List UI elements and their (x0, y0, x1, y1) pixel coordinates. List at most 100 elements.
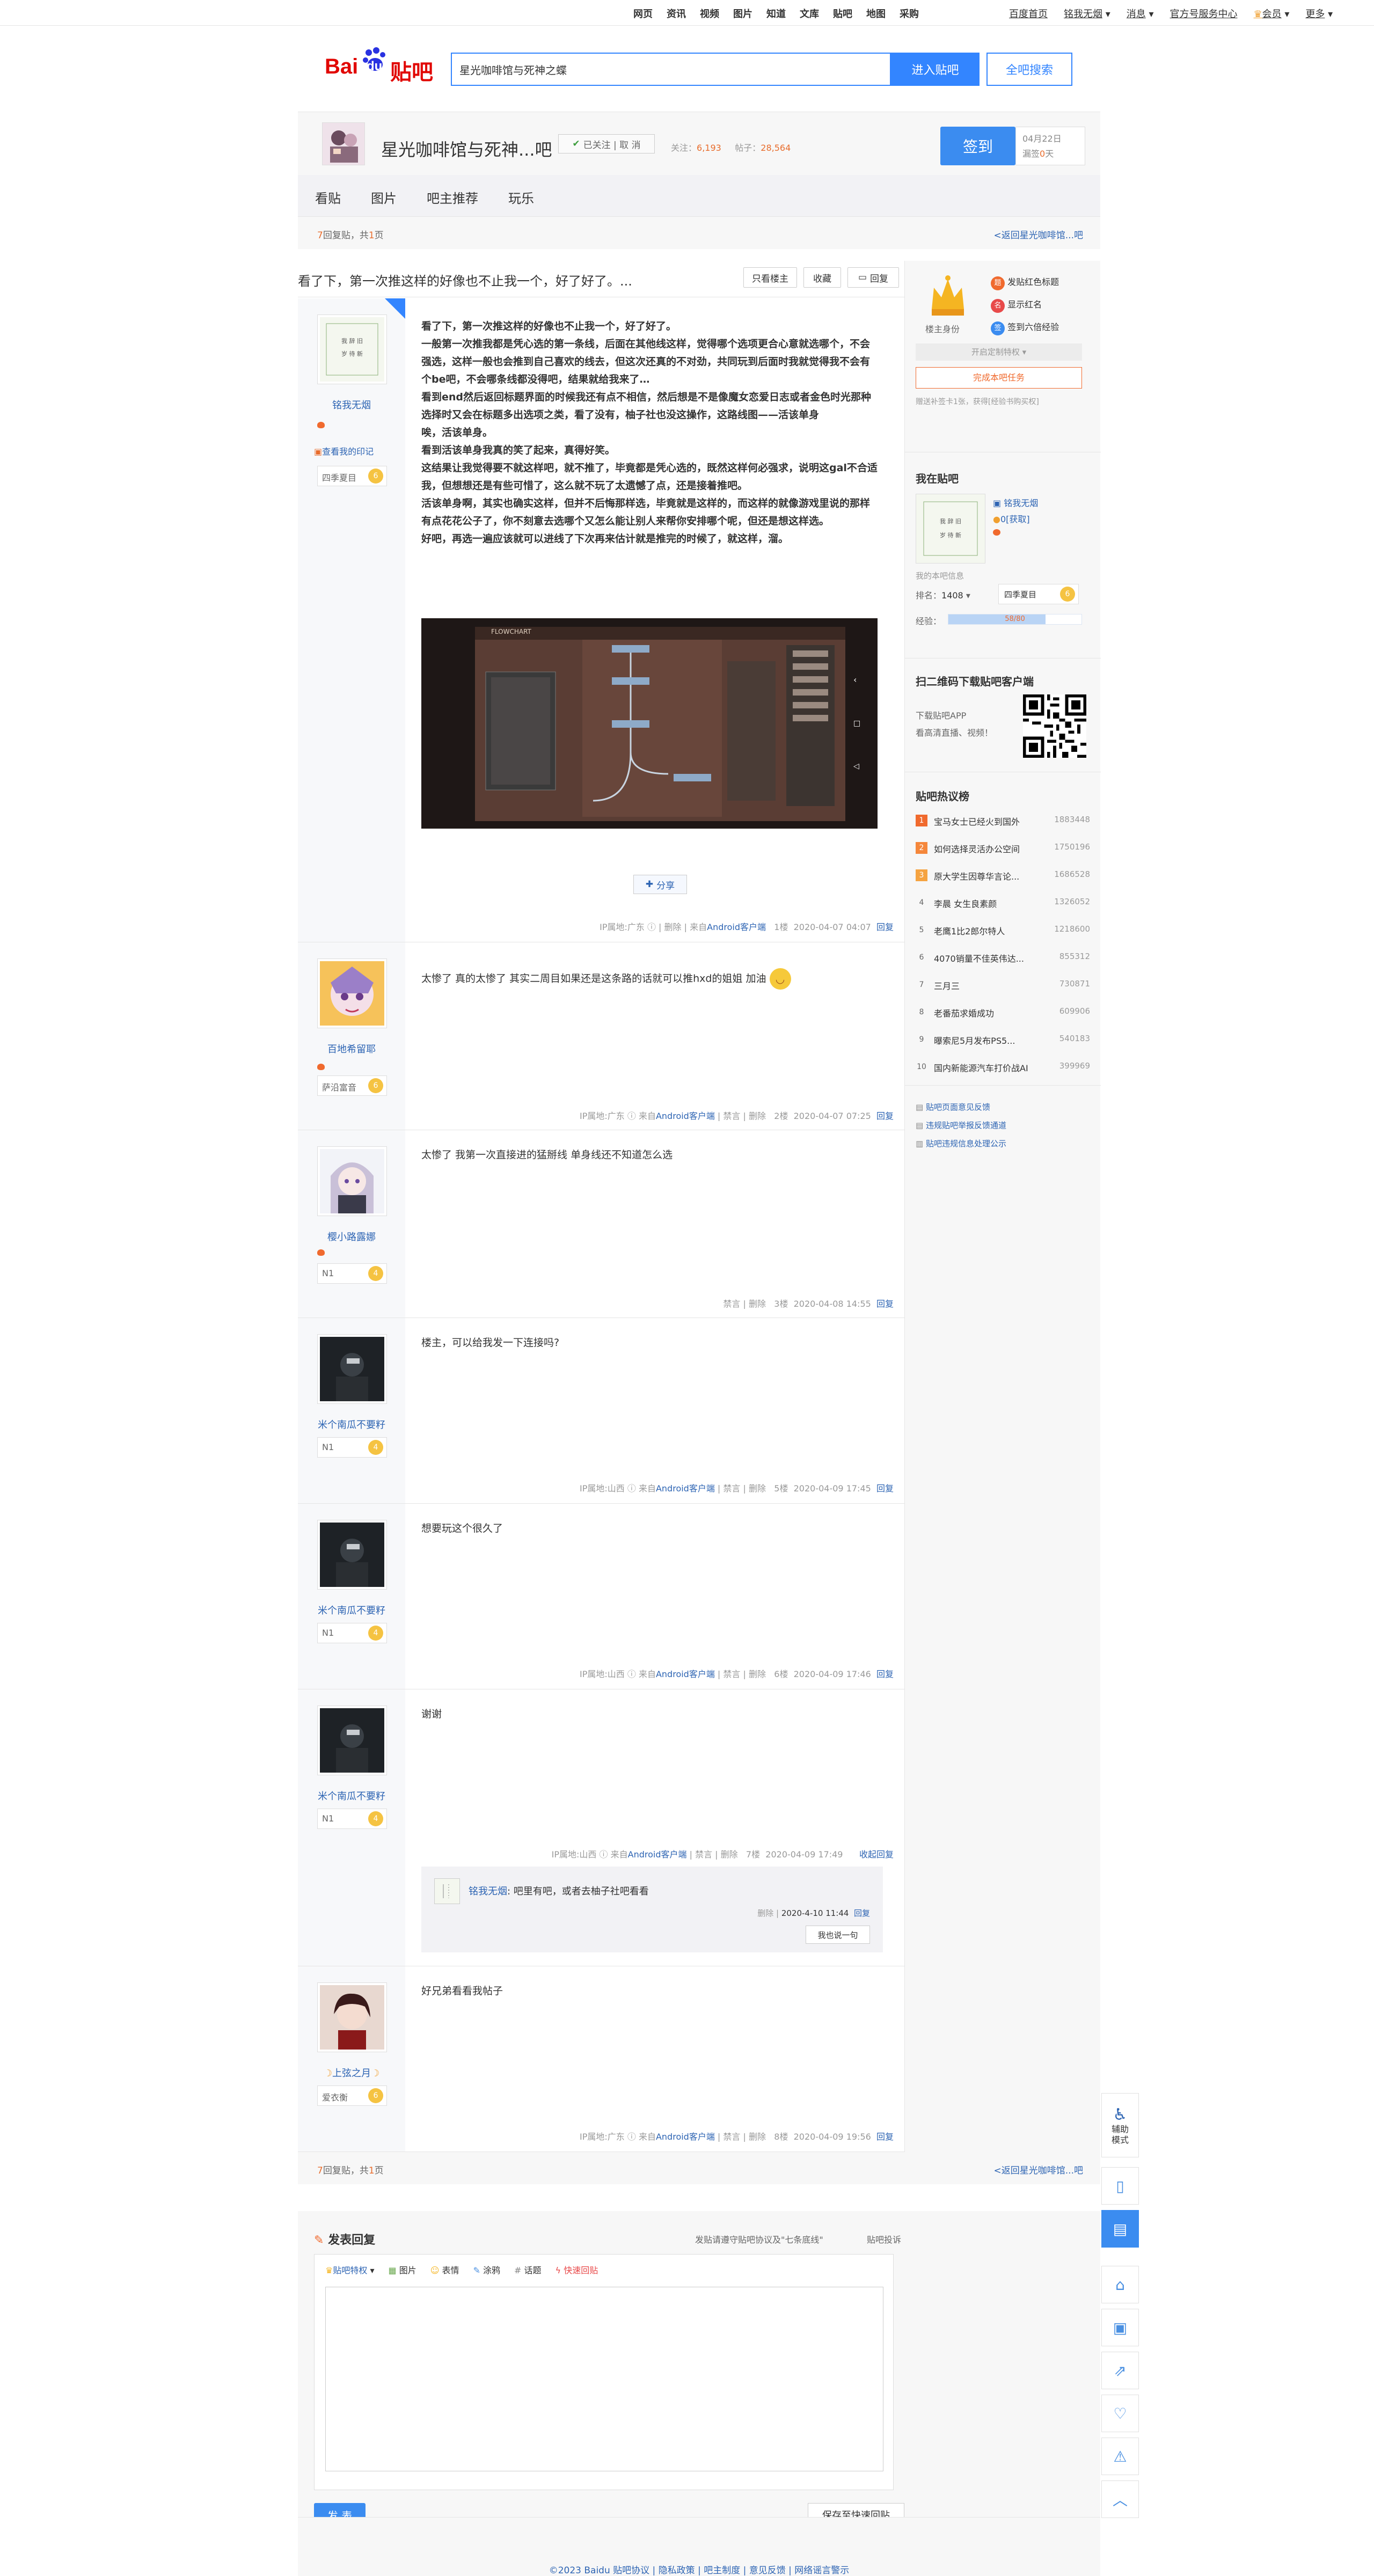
back-to-forum-link[interactable]: <返回星光咖啡馆...吧 (994, 228, 1083, 241)
my-name[interactable]: ▣ 铭我无烟 (993, 496, 1038, 509)
hot-topic-item[interactable]: 7 三月三 730871 (916, 978, 1090, 996)
nav-link-news[interactable]: 资讯 (667, 6, 686, 20)
hot-topic-item[interactable]: 8 老番茄求婚成功 609906 (916, 1005, 1090, 1023)
delete-link[interactable]: 删除 (749, 1111, 766, 1121)
reply-link[interactable]: 回复 (876, 2132, 894, 2142)
like-button[interactable]: ♡ (1101, 2395, 1139, 2432)
ban-link[interactable]: 禁言 (723, 2132, 740, 2142)
client-link[interactable]: Android客户端 (656, 2132, 715, 2142)
tab-recommend[interactable]: 吧主推荐 (427, 188, 478, 207)
delete-link[interactable]: 删除 (749, 1483, 766, 1494)
collect-button[interactable]: 收藏 (803, 267, 841, 288)
client-link[interactable]: Android客户端 (628, 1849, 687, 1860)
sub-reply-avatar[interactable] (434, 1878, 460, 1904)
hot-topic-item[interactable]: 3 原大学生因尊华言论... 1686528 (916, 868, 1090, 887)
ban-link[interactable]: 禁言 (723, 1669, 740, 1679)
sub-reply-author[interactable]: 铭我无烟 (469, 1886, 507, 1897)
reply-link[interactable]: 回复 (876, 922, 894, 932)
reply-button[interactable]: ▭ 回复 (847, 267, 899, 288)
ban-link[interactable]: 禁言 (723, 1111, 740, 1121)
reply-link[interactable]: 回复 (876, 1111, 894, 1121)
follow-status-button[interactable]: ✔ 已关注 | 取 消 (558, 134, 655, 153)
delete-link[interactable]: 删除 (749, 2132, 766, 2142)
nav-link-image[interactable]: 图片 (733, 6, 752, 20)
tab-play[interactable]: 玩乐 (508, 188, 534, 207)
client-link[interactable]: Android客户端 (707, 922, 766, 932)
hot-topic-item[interactable]: 6 4070销量不佳英伟达... 855312 (916, 950, 1090, 969)
hot-topic-item[interactable]: 9 曝索尼5月发布PS5... 540183 (916, 1033, 1090, 1051)
ban-link[interactable]: 禁言 (695, 1849, 712, 1860)
client-link[interactable]: Android客户端 (656, 1111, 715, 1121)
complaint-link[interactable]: 贴吧投诉 (867, 2233, 901, 2245)
tieba-logo[interactable]: Bai du 贴吧 (325, 47, 437, 85)
image-tool[interactable]: ▦ 图片 (388, 2263, 416, 2276)
author-name[interactable]: 铭我无烟 (298, 398, 405, 412)
hot-topic-item[interactable]: 5 老鹰1比2郎尔特人 1218600 (916, 923, 1090, 941)
avatar[interactable] (317, 1520, 387, 1590)
ban-link[interactable]: 禁言 (723, 1299, 740, 1309)
home-link[interactable]: 百度首页 (1009, 6, 1048, 20)
avatar[interactable] (317, 958, 387, 1028)
hot-topic-item[interactable]: 1 宝马女士已经火到国外 1883448 (916, 814, 1090, 832)
back-to-top-button[interactable]: ︿ (1101, 2480, 1139, 2518)
back-to-forum-link[interactable]: <返回星光咖啡馆...吧 (994, 2163, 1083, 2176)
avatar[interactable] (317, 1706, 387, 1775)
delete-link[interactable]: 删除 (749, 1299, 766, 1309)
reply-link[interactable]: 回复 (876, 1669, 894, 1679)
avatar[interactable] (317, 1146, 387, 1216)
reply-link[interactable]: 回复 (876, 1299, 894, 1309)
my-avatar[interactable]: 我 辞 旧岁 待 新 (916, 494, 985, 564)
share-tool-button[interactable]: ⇗ (1101, 2352, 1139, 2389)
author-name[interactable]: 米个南瓜不要籽 (298, 1417, 405, 1431)
forum-name[interactable]: 星光咖啡馆与死神...吧 (381, 136, 552, 161)
nav-link-wenku[interactable]: 文库 (800, 6, 819, 20)
feedback-link[interactable]: ▤ 贴吧页面意见反馈 (916, 1098, 1090, 1116)
view-badge-link[interactable]: ▣查看我的印记 (314, 444, 374, 457)
assist-mode-button[interactable]: ♿ 辅助模式 (1101, 2093, 1139, 2157)
client-link[interactable]: Android客户端 (656, 1669, 715, 1679)
author-name[interactable]: ☽上弦之月☽ (298, 2066, 405, 2080)
doodle-tool[interactable]: ✎ 涂鸦 (473, 2263, 501, 2276)
client-link[interactable]: Android客户端 (656, 1483, 715, 1494)
messages-menu[interactable]: 消息 ▾ (1127, 6, 1154, 20)
search-input[interactable] (452, 54, 890, 85)
hot-topic-item[interactable]: 10 国内新能源汽车打价战AI 399969 (916, 1060, 1090, 1078)
nav-link-map[interactable]: 地图 (866, 6, 886, 20)
nav-link-web[interactable]: 网页 (633, 6, 653, 20)
nav-link-caigou[interactable]: 采购 (900, 6, 919, 20)
reply-textarea[interactable] (325, 2287, 883, 2471)
gift-button[interactable]: ⌂ (1101, 2266, 1139, 2303)
reply-rules-link[interactable]: 发贴请遵守贴吧协议及"七条底线" (695, 2233, 823, 2245)
username-menu[interactable]: 铭我无烟 ▾ (1064, 6, 1110, 20)
topic-tool[interactable]: # 话题 (514, 2263, 542, 2276)
author-name[interactable]: 米个南瓜不要籽 (298, 1603, 405, 1617)
collapse-replies-link[interactable]: 收起回复 (859, 1849, 894, 1860)
violation-link[interactable]: ▥ 贴吧违规信息处理公示 (916, 1135, 1090, 1153)
hot-topic-item[interactable]: 2 如何选择灵活办公空间 1750196 (916, 841, 1090, 859)
report-link[interactable]: ▤ 违规贴吧举报反馈通道 (916, 1116, 1090, 1135)
more-menu[interactable]: 更多 ▾ (1305, 6, 1333, 20)
author-name[interactable]: 樱小路露娜 (298, 1230, 405, 1243)
avatar[interactable]: 我 辞 旧岁 待 新 (317, 314, 387, 384)
search-all-button[interactable]: 全吧搜索 (986, 53, 1072, 86)
enter-forum-button[interactable]: 进入贴吧 (891, 53, 980, 86)
nav-link-tieba[interactable]: 贴吧 (833, 6, 852, 20)
avatar[interactable] (317, 1982, 387, 2052)
complete-task-button[interactable]: 完成本吧任务 (916, 367, 1082, 389)
ban-link[interactable]: 禁言 (723, 1483, 740, 1494)
delete-link[interactable]: 删除 (749, 1669, 766, 1679)
vip-menu[interactable]: ♛会员 ▾ (1254, 6, 1290, 20)
tbean-get-link[interactable]: [获取] (1006, 514, 1030, 524)
tab-images[interactable]: 图片 (371, 188, 397, 207)
nav-link-zhidao[interactable]: 知道 (766, 6, 786, 20)
chat-button[interactable]: ▤ (1101, 2210, 1139, 2248)
mobile-button[interactable]: ▯ (1101, 2167, 1139, 2205)
quick-reply-tool[interactable]: ϟ 快速回贴 (556, 2263, 598, 2276)
post-image[interactable]: ‹ □ ◁ FLOWCHART (421, 618, 878, 829)
sub-reply-link[interactable]: 回复 (854, 1908, 870, 1918)
say-something-button[interactable]: 我也说一句 (806, 1926, 870, 1944)
sign-in-button[interactable]: 签到 (940, 127, 1015, 165)
reply-link[interactable]: 回复 (876, 1483, 894, 1494)
forum-avatar[interactable] (322, 122, 365, 165)
service-center-link[interactable]: 官方号服务中心 (1170, 6, 1238, 20)
